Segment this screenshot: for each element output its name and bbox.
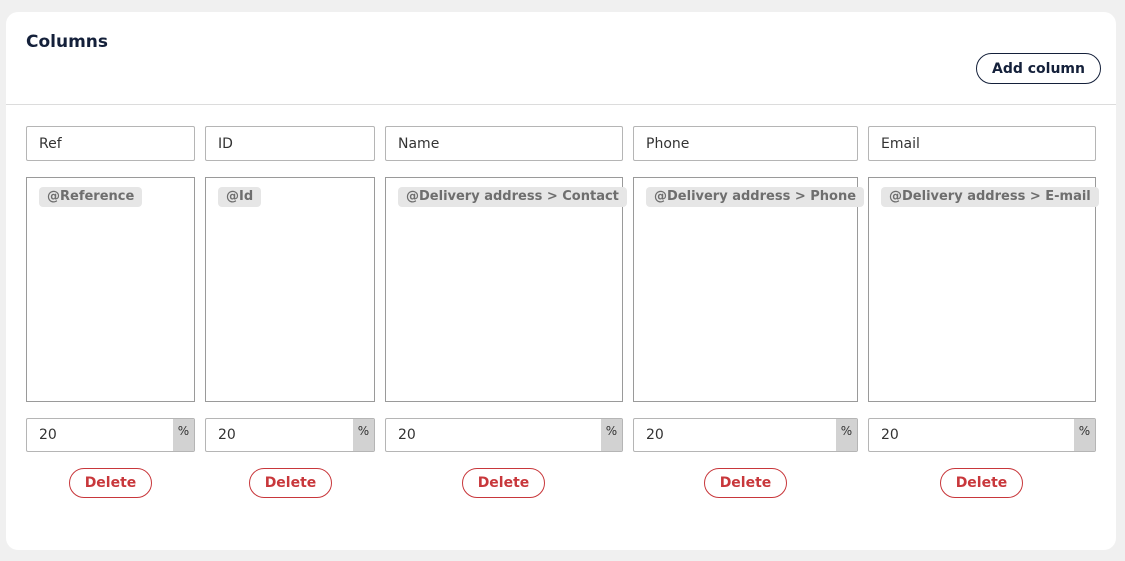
column-name-input[interactable] <box>205 126 375 161</box>
delete-column-button[interactable]: Delete <box>940 468 1023 498</box>
panel-title: Columns <box>26 32 109 52</box>
percent-suffix: % <box>836 419 857 451</box>
delete-column-button[interactable]: Delete <box>462 468 545 498</box>
column-width-input[interactable] <box>634 419 836 451</box>
delete-column-button[interactable]: Delete <box>249 468 332 498</box>
percent-suffix: % <box>601 419 622 451</box>
column-name-input[interactable] <box>385 126 623 161</box>
formula-token[interactable]: @Delivery address > Contact <box>398 187 627 207</box>
columns-panel: Columns Add column @Reference % Delete @… <box>6 12 1116 550</box>
percent-suffix: % <box>1074 419 1095 451</box>
column-width-input[interactable] <box>869 419 1074 451</box>
formula-token[interactable]: @Id <box>218 187 262 207</box>
formula-token[interactable]: @Delivery address > E-mail <box>881 187 1099 207</box>
formula-token[interactable]: @Delivery address > Phone <box>646 187 865 207</box>
column-name-input[interactable] <box>26 126 195 161</box>
percent-suffix: % <box>173 419 194 451</box>
column-name-input[interactable] <box>868 126 1096 161</box>
column-formula-box[interactable]: @Delivery address > Phone <box>633 177 865 402</box>
column-name-input[interactable] <box>633 126 858 161</box>
column-width-field: % <box>205 418 375 452</box>
percent-suffix: % <box>353 419 374 451</box>
delete-column-button[interactable]: Delete <box>704 468 787 498</box>
column-width-input[interactable] <box>206 419 353 451</box>
header-divider <box>6 104 1116 105</box>
column-formula-box[interactable]: @Delivery address > Contact <box>385 177 627 402</box>
column-width-field: % <box>868 418 1096 452</box>
add-column-button[interactable]: Add column <box>976 53 1101 84</box>
formula-token[interactable]: @Reference <box>39 187 143 207</box>
column-formula-box[interactable]: @Id <box>205 177 375 402</box>
column-width-field: % <box>385 418 623 452</box>
column-width-input[interactable] <box>386 419 601 451</box>
column-formula-box[interactable]: @Reference <box>26 177 195 402</box>
column-width-input[interactable] <box>27 419 173 451</box>
column-formula-box[interactable]: @Delivery address > E-mail <box>868 177 1099 402</box>
column-width-field: % <box>633 418 858 452</box>
column-width-field: % <box>26 418 195 452</box>
delete-column-button[interactable]: Delete <box>69 468 152 498</box>
